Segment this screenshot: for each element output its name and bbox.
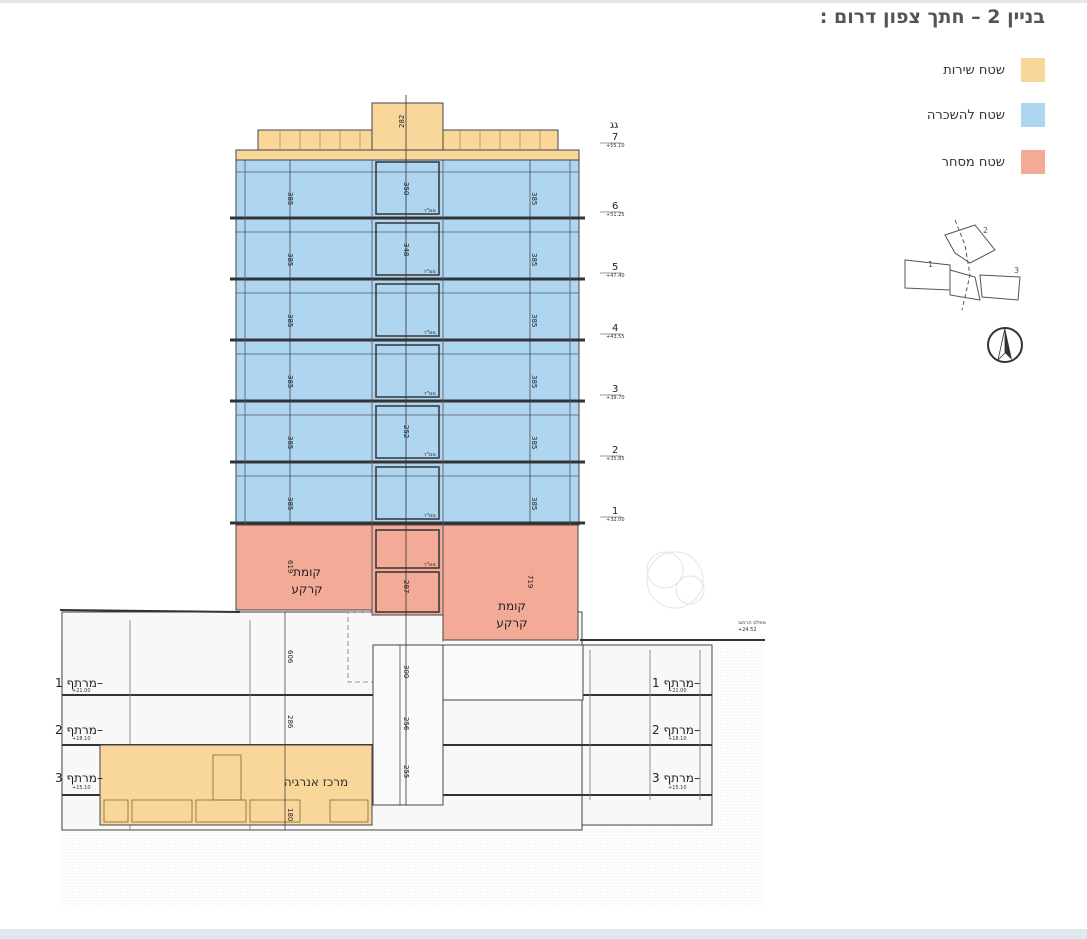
basement-3-right: מרתף 3– bbox=[652, 771, 700, 785]
elev-2: +35.85 bbox=[606, 456, 625, 462]
dim-r3: 385 bbox=[530, 375, 538, 388]
dim-f6: 385 bbox=[286, 192, 294, 205]
street-level-elev: +24.52 bbox=[738, 627, 757, 633]
floor-1-label: 1 bbox=[612, 506, 618, 517]
dim-r5: 385 bbox=[530, 253, 538, 266]
mmd-4: ממ"ד bbox=[424, 330, 436, 336]
energy-center-label: מרכז אנרגיה bbox=[284, 775, 348, 789]
elev-6: +51.25 bbox=[606, 212, 625, 218]
dim-core-348: 348 bbox=[402, 243, 410, 256]
floor-roof-label: גג bbox=[610, 120, 618, 131]
dim-f3: 385 bbox=[286, 375, 294, 388]
floor-5-label: 5 bbox=[612, 262, 618, 273]
dim-r2: 385 bbox=[530, 436, 538, 449]
dim-b-180: 180 bbox=[286, 808, 294, 821]
dim-b-300: 300 bbox=[402, 665, 410, 678]
mmd-1: ממ"ד bbox=[424, 513, 436, 519]
ground-right-line1: קומת bbox=[498, 599, 526, 613]
floor-2-label: 2 bbox=[612, 445, 618, 456]
dim-f1: 385 bbox=[286, 497, 294, 510]
ground-right-line2: קרקע bbox=[496, 616, 527, 630]
dim-f4: 385 bbox=[286, 314, 294, 327]
dim-core-287: 287 bbox=[402, 580, 410, 593]
dim-b-256: 256 bbox=[402, 717, 410, 731]
ground-left-line1: קומת bbox=[293, 565, 321, 579]
mmd-6: ממ"ד bbox=[424, 208, 436, 214]
floor-7-label: 7 bbox=[612, 132, 618, 143]
basement-2-right: מרתף 2– bbox=[652, 723, 700, 737]
basement-3-left: מרתף 3– bbox=[55, 771, 103, 785]
elev-1: +32.00 bbox=[606, 517, 625, 523]
dim-core-252: 252 bbox=[402, 425, 410, 438]
basement-3-elev-right: +15.10 bbox=[668, 785, 687, 791]
dim-f5: 385 bbox=[286, 253, 294, 266]
dim-core-350: 350 bbox=[402, 182, 410, 195]
basement-2-elev-right: +18.10 bbox=[668, 736, 687, 742]
bottom-toolbar-strip bbox=[0, 929, 1087, 939]
elev-7: +55.10 bbox=[606, 143, 625, 149]
basement-3-elev-left: +15.10 bbox=[72, 785, 91, 791]
dim-r1: 385 bbox=[530, 497, 538, 510]
dim-roof: 282 bbox=[398, 115, 406, 128]
floor-3-label: 3 bbox=[612, 384, 618, 395]
roof-core bbox=[371, 102, 444, 151]
dim-b-255: 255 bbox=[402, 765, 410, 778]
ground-left-line2: קרקע bbox=[291, 582, 322, 596]
dim-f2: 385 bbox=[286, 436, 294, 449]
mmd-3: ממ"ד bbox=[424, 391, 436, 397]
elev-5: +47.40 bbox=[606, 273, 625, 279]
mmd-5: ממ"ד bbox=[424, 269, 436, 275]
elev-4: +43.55 bbox=[606, 334, 625, 340]
dim-b-606: 606 bbox=[286, 650, 294, 664]
basement-2-left: מרתף 2– bbox=[55, 723, 103, 737]
elev-3: +39.70 bbox=[606, 395, 625, 401]
dim-b-286: 286 bbox=[286, 715, 294, 729]
mmd-g: ממ"ד bbox=[424, 562, 436, 568]
dim-ground-right: 719 bbox=[526, 575, 534, 588]
floor-4-label: 4 bbox=[612, 323, 618, 334]
dim-r4: 385 bbox=[530, 314, 538, 327]
basement-2-elev-left: +18.10 bbox=[72, 736, 91, 742]
dim-r6: 385 bbox=[530, 192, 538, 205]
street-level-label: מפלס הרחוב bbox=[738, 620, 766, 626]
floor-6-label: 6 bbox=[612, 201, 618, 212]
section-drawing: מרכז אנרגיה 282 385 385 385 385 385 385 … bbox=[55, 95, 766, 905]
mmd-2: ממ"ד bbox=[424, 452, 436, 458]
basement-1-elev-left: +21.00 bbox=[72, 688, 91, 694]
ground-floor-core bbox=[371, 524, 444, 616]
basement-1-elev-right: +21.00 bbox=[668, 688, 687, 694]
tree-sketch bbox=[646, 551, 705, 609]
